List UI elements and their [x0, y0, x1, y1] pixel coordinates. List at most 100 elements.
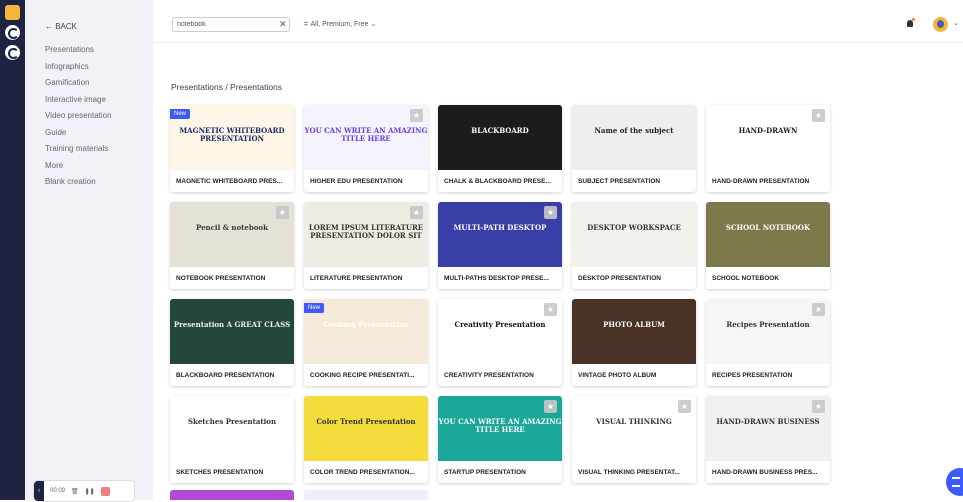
sidebar-item[interactable]: Blank creation: [45, 177, 112, 194]
recorder-bar: ‹ 00:09 🗑 ❚❚: [33, 480, 135, 502]
template-thumbnail: MULTI-PATH DESKTOP ★: [438, 202, 562, 267]
trash-icon[interactable]: 🗑: [71, 488, 79, 495]
template-card-partial[interactable]: [170, 490, 294, 500]
chat-icon[interactable]: [946, 468, 963, 496]
thumbnail-title: Sketches Presentation: [187, 417, 277, 426]
favorite-star-icon[interactable]: ★: [276, 206, 289, 219]
favorite-star-icon[interactable]: ★: [410, 109, 423, 122]
thumbnail-title: Creativity Presentation: [454, 320, 546, 329]
pause-icon[interactable]: ❚❚: [85, 488, 95, 495]
template-card[interactable]: HAND-DRAWN ★ HAND-DRAWN PRESENTATION: [706, 105, 830, 192]
template-card[interactable]: Color Trend Presentation COLOR TREND PRES…: [304, 396, 428, 483]
top-bar: ✕ ≑ All, Premium, Free ⌄ ⌄: [153, 0, 963, 43]
favorite-star-icon[interactable]: ★: [410, 206, 423, 219]
template-thumbnail: Name of the subject: [572, 105, 696, 170]
sidebar-item[interactable]: Infographics: [45, 62, 112, 79]
template-card[interactable]: MAGNETIC WHITEBOARD PRESENTATION New MAGNE…: [170, 105, 294, 192]
favorite-star-icon[interactable]: ★: [544, 206, 557, 219]
template-label: RECIPES PRESENTATION: [712, 372, 793, 379]
template-card[interactable]: DESKTOP WORKSPACE DESKTOP PRESENTATION: [572, 202, 696, 289]
favorite-star-icon[interactable]: ★: [812, 109, 825, 122]
notification-bell-icon[interactable]: [907, 18, 915, 27]
template-card[interactable]: MULTI-PATH DESKTOP ★ MULTI-PATHS DESKTOP P…: [438, 202, 562, 289]
category-menu: Presentations Infographics Gamification Int…: [45, 45, 112, 194]
back-link[interactable]: ← BACK: [45, 22, 77, 31]
template-card[interactable]: YOU CAN WRITE AN AMAZING TITLE HERE ★ STAR…: [438, 396, 562, 483]
template-label: BLACKBOARD PRESENTATION: [176, 372, 275, 379]
thumbnail-title: LOREM IPSUM LITERATURE PRESENTATION DOLO…: [308, 223, 424, 240]
thumbnail-title: Cooking Presentation: [323, 320, 409, 329]
thumbnail-title: MULTI-PATH DESKTOP: [453, 223, 547, 232]
template-card[interactable]: LOREM IPSUM LITERATURE PRESENTATION DOLO…: [304, 202, 428, 289]
template-card[interactable]: Pencil & notebook ★ NOTEBOOK PRESENTATION: [170, 202, 294, 289]
template-card[interactable]: Name of the subject SUBJECT PRESENTATION: [572, 105, 696, 192]
recorder-time: 00:09: [50, 488, 66, 494]
template-thumbnail: Recipes Presentation ★: [706, 299, 830, 364]
new-badge: New: [170, 109, 191, 119]
template-label: STARTUP PRESENTATION: [444, 469, 526, 476]
favorite-star-icon[interactable]: ★: [812, 400, 825, 413]
close-icon[interactable]: ✕: [279, 19, 287, 30]
app-switch-icon[interactable]: [5, 25, 20, 40]
sidebar-item[interactable]: Guide: [45, 128, 112, 145]
template-label: VINTAGE PHOTO ALBUM: [578, 372, 657, 379]
sidebar-item[interactable]: Video presentation: [45, 111, 112, 128]
favorite-star-icon[interactable]: ★: [544, 400, 557, 413]
template-card[interactable]: PHOTO ALBUM VINTAGE PHOTO ALBUM: [572, 299, 696, 386]
sidebar-item[interactable]: Presentations: [45, 45, 112, 62]
thumbnail-title: VISUAL THINKING: [596, 417, 672, 426]
template-thumbnail: Cooking Presentation New: [304, 299, 428, 364]
thumbnail-title: Presentation A GREAT CLASS: [173, 320, 291, 329]
template-thumbnail: LOREM IPSUM LITERATURE PRESENTATION DOLO…: [304, 202, 428, 267]
thumbnail-title: HAND-DRAWN BUSINESS: [716, 417, 820, 426]
sidebar-item[interactable]: Gamification: [45, 78, 112, 95]
template-label: SKETCHES PRESENTATION: [176, 469, 264, 476]
thumbnail-title: YOU CAN WRITE AN AMAZING TITLE HERE: [304, 126, 428, 143]
template-label: HIGHER EDU PRESENTATION: [310, 178, 403, 185]
template-label: HAND-DRAWN BUSINESS PRES...: [712, 469, 818, 476]
template-card[interactable]: Sketches Presentation SKETCHES PRESENTATI…: [170, 396, 294, 483]
sidebar-item[interactable]: More: [45, 161, 112, 178]
template-label: COLOR TREND PRESENTATION...: [310, 469, 415, 476]
chevron-down-icon[interactable]: ⌄: [953, 19, 959, 27]
thumbnail-title: DESKTOP WORKSPACE: [587, 223, 681, 232]
app-rail: [0, 0, 25, 500]
new-badge: New: [304, 303, 325, 313]
template-card[interactable]: YOU CAN WRITE AN AMAZING TITLE HERE ★ HIGH…: [304, 105, 428, 192]
template-thumbnail: PHOTO ALBUM: [572, 299, 696, 364]
template-card[interactable]: Presentation A GREAT CLASS BLACKBOARD PRE…: [170, 299, 294, 386]
template-thumbnail: MAGNETIC WHITEBOARD PRESENTATION New: [170, 105, 294, 170]
app-switch-icon-2[interactable]: [5, 45, 20, 60]
stop-icon[interactable]: [100, 486, 110, 496]
search-input[interactable]: [172, 17, 290, 32]
template-card[interactable]: HAND-DRAWN BUSINESS ★ HAND-DRAWN BUSINESS …: [706, 396, 830, 483]
filter-dropdown[interactable]: ≑ All, Premium, Free ⌄: [303, 20, 376, 28]
sidebar: ← BACK Presentations Infographics Gamifica…: [25, 0, 153, 502]
thumbnail-title: HAND-DRAWN: [738, 126, 798, 135]
genially-logo-icon[interactable]: [5, 5, 20, 20]
template-label: SUBJECT PRESENTATION: [578, 178, 661, 185]
thumbnail-title: PHOTO ALBUM: [603, 320, 665, 329]
sidebar-item[interactable]: Interactive image: [45, 95, 112, 112]
template-card[interactable]: Recipes Presentation ★ RECIPES PRESENTATIO…: [706, 299, 830, 386]
thumbnail-title: Pencil & notebook: [196, 223, 268, 232]
template-card[interactable]: SCHOOL NOTEBOOK SCHOOL NOTEBOOK: [706, 202, 830, 289]
template-thumbnail: VISUAL THINKING ★: [572, 396, 696, 461]
template-card[interactable]: VISUAL THINKING ★ VISUAL THINKING PRESENTA…: [572, 396, 696, 483]
favorite-star-icon[interactable]: ★: [678, 400, 691, 413]
chevron-left-icon[interactable]: ‹: [34, 481, 44, 501]
favorite-star-icon[interactable]: ★: [544, 303, 557, 316]
template-label: MAGNETIC WHITEBOARD PRES...: [176, 178, 283, 185]
avatar[interactable]: [933, 17, 948, 32]
template-thumbnail: YOU CAN WRITE AN AMAZING TITLE HERE ★: [304, 105, 428, 170]
sidebar-item[interactable]: Training materials: [45, 144, 112, 161]
favorite-star-icon[interactable]: ★: [812, 303, 825, 316]
template-card[interactable]: Creativity Presentation ★ CREATIVITY PRESE…: [438, 299, 562, 386]
template-card-partial[interactable]: [304, 490, 428, 500]
template-card[interactable]: BLACKBOARD CHALK & BLACKBOARD PRESE...: [438, 105, 562, 192]
template-label: DESKTOP PRESENTATION: [578, 275, 661, 282]
thumbnail-title: Name of the subject: [594, 126, 674, 135]
template-card[interactable]: Cooking Presentation New COOKING RECIPE PR…: [304, 299, 428, 386]
template-label: CHALK & BLACKBOARD PRESE...: [444, 178, 551, 185]
thumbnail-title: YOU CAN WRITE AN AMAZING TITLE HERE: [438, 417, 562, 434]
